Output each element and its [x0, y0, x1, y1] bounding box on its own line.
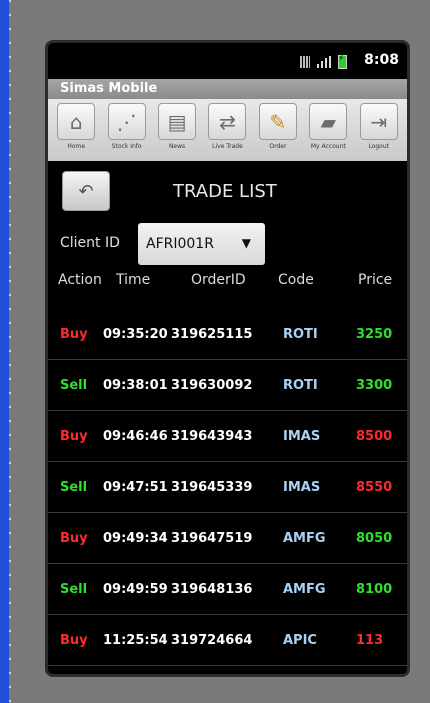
trade-time: 09:49:59: [103, 582, 168, 597]
trade-price: 8050: [356, 531, 393, 546]
toolbar-label: Stock Info: [111, 143, 142, 150]
signal-icon: [317, 56, 331, 68]
trade-time: 09:38:01: [103, 378, 168, 393]
trade-price: 113: [356, 633, 384, 648]
client-id-select[interactable]: AFRI001R ▼: [138, 223, 265, 265]
toolbar-label: Live Trade: [212, 143, 243, 150]
trade-time: 09:46:46: [103, 429, 168, 444]
trade-row[interactable]: Sell 09:49:59 319648136 AMFG 8100: [48, 564, 407, 615]
status-clock: 8:08: [364, 52, 399, 68]
column-header-time: Time: [116, 272, 151, 288]
trade-order-id: 319724664: [171, 633, 253, 648]
trade-order-id: 319625115: [171, 327, 253, 342]
column-header-code: Code: [278, 272, 314, 288]
back-arrow-icon: ↶: [78, 180, 94, 202]
trade-action: Buy: [60, 531, 88, 546]
page-header: ↶ TRADE LIST: [48, 161, 407, 213]
trade-action: Buy: [60, 327, 88, 342]
trade-table-header: Action Time OrderID Code Price: [48, 269, 407, 309]
toolbar-label: Order: [269, 143, 287, 150]
trade-price: 3250: [356, 327, 393, 342]
trade-price: 8100: [356, 582, 393, 597]
client-id-value: AFRI001R: [146, 236, 214, 252]
page-title: TRADE LIST: [173, 181, 277, 202]
trade-time: 11:25:54: [103, 633, 168, 648]
trade-order-id: 319643943: [171, 429, 253, 444]
status-icons: [300, 54, 347, 69]
trade-price: 8550: [356, 480, 393, 495]
trade-code: AMFG: [283, 531, 326, 546]
window-edge: [0, 0, 9, 703]
column-header-action: Action: [58, 272, 102, 288]
client-filter: Client ID AFRI001R ▼: [48, 213, 407, 269]
toolbar-item-stock-info[interactable]: ⋰ Stock Info: [105, 103, 149, 161]
main-toolbar: ⌂ Home ⋰ Stock Info ▤ News ⇄ Live Trade …: [48, 99, 407, 161]
trade-action: Sell: [60, 480, 88, 495]
trade-code: ROTI: [283, 378, 318, 393]
status-bar: 8:08: [48, 43, 407, 79]
back-button[interactable]: ↶: [62, 171, 110, 211]
home-icon: ⌂: [57, 103, 96, 140]
trade-time: 09:47:51: [103, 480, 168, 495]
toolbar-label: Home: [67, 143, 86, 150]
trade-row[interactable]: Sell 09:47:51 319645339 IMAS 8550: [48, 462, 407, 513]
trade-time: 09:49:34: [103, 531, 168, 546]
toolbar-label: My Account: [310, 143, 346, 150]
trade-code: ROTI: [283, 327, 318, 342]
trade-code: AMFG: [283, 582, 326, 597]
battery-charging-icon: [338, 54, 347, 69]
stock-info-icon: ⋰: [107, 103, 146, 140]
trade-price: 8500: [356, 429, 393, 444]
toolbar-item-home[interactable]: ⌂ Home: [54, 103, 98, 161]
trade-action: Buy: [60, 429, 88, 444]
trade-order-id: 319645339: [171, 480, 253, 495]
trade-action: Sell: [60, 378, 88, 393]
toolbar-label: News: [168, 143, 186, 150]
live-trade-icon: ⇄: [208, 103, 247, 140]
trade-code: IMAS: [283, 480, 321, 495]
toolbar-item-live-trade[interactable]: ⇄ Live Trade: [205, 103, 249, 161]
trade-code: APIC: [283, 633, 317, 648]
window-divider: [9, 0, 11, 703]
trade-row[interactable]: Buy 09:46:46 319643943 IMAS 8500: [48, 411, 407, 462]
toolbar-item-news[interactable]: ▤ News: [155, 103, 199, 161]
trade-time: 09:35:20: [103, 327, 168, 342]
news-icon: ▤: [158, 103, 197, 140]
client-id-label: Client ID: [60, 235, 120, 251]
column-header-orderid: OrderID: [191, 272, 246, 288]
order-icon: ✎: [258, 103, 297, 140]
sim-icon: [300, 56, 310, 68]
trade-row[interactable]: Buy 09:49:34 319647519 AMFG 8050: [48, 513, 407, 564]
trade-row[interactable]: Buy 09:35:20 319625115 ROTI 3250: [48, 309, 407, 360]
dropdown-arrow-icon: ▼: [241, 236, 251, 250]
trade-code: IMAS: [283, 429, 321, 444]
trade-row[interactable]: Sell 09:38:01 319630092 ROTI 3300: [48, 360, 407, 411]
trade-order-id: 319648136: [171, 582, 253, 597]
trade-order-id: 319647519: [171, 531, 253, 546]
trade-action: Buy: [60, 633, 88, 648]
trade-list: Buy 09:35:20 319625115 ROTI 3250 Sell 09:38:01…: [48, 309, 407, 666]
trade-action: Sell: [60, 582, 88, 597]
trade-price: 3300: [356, 378, 393, 393]
trade-order-id: 319630092: [171, 378, 253, 393]
trade-row[interactable]: Buy 11:25:54 319724664 APIC 113: [48, 615, 407, 666]
logout-icon: ⇥: [359, 103, 398, 140]
toolbar-item-order[interactable]: ✎ Order: [256, 103, 300, 161]
app-title: Simas Mobile: [48, 79, 407, 99]
wallet-icon: ▰: [309, 103, 348, 140]
toolbar-label: Logout: [368, 143, 389, 150]
toolbar-item-logout[interactable]: ⇥ Logout: [357, 103, 401, 161]
toolbar-item-my-account[interactable]: ▰ My Account: [306, 103, 350, 161]
column-header-price: Price: [358, 272, 393, 288]
phone-screen: 8:08 Simas Mobile ⌂ Home ⋰ Stock Info ▤ …: [45, 40, 410, 677]
